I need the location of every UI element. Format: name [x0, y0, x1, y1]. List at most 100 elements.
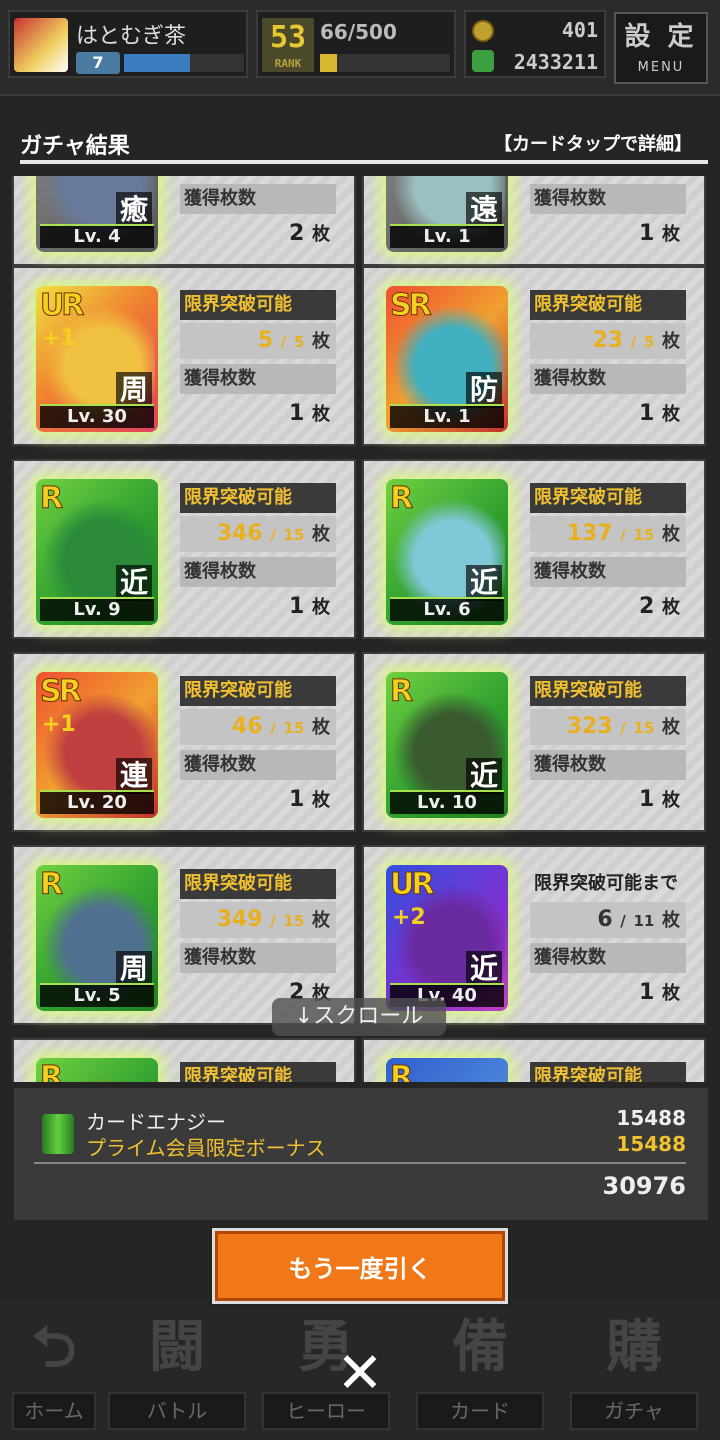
draw-again-button[interactable]: もう一度引く	[210, 1226, 510, 1306]
card-result-grid[interactable]: 癒 Lv. 4 獲得枚数 2 枚遠 Lv. 1 獲得枚数 1 枚 UR +1 周 Lv. 30 限界突…	[0, 176, 720, 1082]
card-result-item[interactable]: 遠 Lv. 1 獲得枚数 1 枚	[362, 176, 706, 266]
limit-break-value: 6 / 11 枚	[530, 902, 686, 938]
obtained-label: 獲得枚数	[530, 750, 686, 780]
limit-break-label: 限界突破可能	[530, 1062, 686, 1082]
obtained-value: 2 枚	[180, 216, 336, 252]
unit-label: 枚	[662, 224, 680, 245]
coin-icon	[472, 20, 494, 42]
limit-break-max: 15	[633, 526, 655, 544]
card-result-item[interactable]: SR 防 Lv. 1 限界突破可能 23 / 5 枚獲得枚数 1 枚	[362, 266, 706, 446]
card-result-item[interactable]: R 近 Lv. 10 限界突破可能 323 / 15 枚獲得枚数 1 枚	[362, 652, 706, 832]
obtained-value: 1 枚	[180, 782, 336, 818]
plus-label: +1	[42, 326, 76, 351]
obtained-label: 獲得枚数	[530, 364, 686, 394]
nav-item[interactable]: 備カード	[412, 1308, 548, 1430]
close-icon[interactable]: ✕	[332, 1346, 388, 1402]
limit-break-label: 限界突破可能	[530, 676, 686, 706]
obtained-label: 獲得枚数	[180, 184, 336, 214]
rank-progress-bar	[320, 54, 450, 72]
limit-break-label: 限界突破可能	[530, 483, 686, 513]
card-level: Lv. 1	[390, 404, 504, 428]
plus-label: +1	[42, 712, 76, 737]
card-level: Lv. 6	[390, 597, 504, 621]
obtained-count: 2	[289, 221, 305, 246]
obtained-label: 獲得枚数	[530, 943, 686, 973]
rarity-label: R	[389, 674, 413, 710]
limit-break-max: 15	[283, 526, 305, 544]
card-portrait[interactable]: R	[386, 1058, 508, 1082]
card-portrait[interactable]: R 近 Lv. 9	[36, 479, 158, 625]
limit-break-label: 限界突破可能	[180, 1062, 336, 1082]
card-result-item[interactable]: UR +1 周 Lv. 30 限界突破可能 5 / 5 枚獲得枚数 1 枚	[12, 266, 356, 446]
obtained-label: 獲得枚数	[530, 557, 686, 587]
rank-badge: 53 RANK	[262, 18, 314, 72]
limit-break-value: 23 / 5 枚	[530, 323, 686, 359]
card-portrait[interactable]: 遠 Lv. 1	[386, 176, 508, 252]
nav-item[interactable]: 購ガチャ	[566, 1308, 702, 1430]
menu-kanji: 設 定	[624, 22, 698, 52]
card-portrait[interactable]: R 周 Lv. 5	[36, 865, 158, 1011]
rarity-label: R	[39, 481, 63, 517]
unit-label: 枚	[662, 790, 680, 811]
unit-label: 枚	[312, 597, 330, 618]
nav-item[interactable]: ⮌ ホーム	[8, 1308, 100, 1430]
energy-canister-icon	[42, 1114, 74, 1154]
unit-label: 枚	[312, 910, 330, 931]
obtained-value: 1 枚	[530, 216, 686, 252]
unit-label: 枚	[312, 331, 330, 352]
nav-icon: 備	[452, 1315, 508, 1380]
type-badge: 癒	[116, 192, 152, 228]
card-result-item[interactable]: R 近 Lv. 6 限界突破可能 137 / 15 枚獲得枚数 2 枚	[362, 459, 706, 639]
unit-label: 枚	[662, 910, 680, 931]
limit-break-max: 15	[283, 912, 305, 930]
obtained-label: 獲得枚数	[180, 943, 336, 973]
nav-icon: 闘	[149, 1315, 205, 1380]
limit-break-value: 5 / 5 枚	[180, 323, 336, 359]
card-level: Lv. 9	[40, 597, 154, 621]
type-badge: 遠	[466, 192, 502, 228]
rarity-label: UR	[389, 867, 435, 903]
card-result-item[interactable]: 癒 Lv. 4 獲得枚数 2 枚	[12, 176, 356, 266]
type-badge: 近	[116, 565, 152, 601]
obtained-label: 獲得枚数	[530, 184, 686, 214]
obtained-label: 獲得枚数	[180, 557, 336, 587]
page-title: ガチャ結果	[20, 134, 130, 159]
card-result-item[interactable]: R 限界突破可能	[12, 1038, 356, 1082]
rarity-label: UR	[39, 288, 85, 324]
card-portrait[interactable]: R 近 Lv. 10	[386, 672, 508, 818]
unit-label: 枚	[662, 717, 680, 738]
card-result-item[interactable]: R 近 Lv. 9 限界突破可能 346 / 15 枚獲得枚数 1 枚	[12, 459, 356, 639]
type-badge: 防	[466, 372, 502, 408]
player-info[interactable]: はとむぎ茶 7	[8, 10, 248, 78]
type-badge: 連	[116, 758, 152, 794]
player-name: はとむぎ茶	[76, 24, 187, 49]
result-title-bar: ガチャ結果 【カードタップで詳細】	[20, 124, 708, 164]
energy-count: 2433211	[513, 50, 598, 74]
limit-break-max: 15	[633, 719, 655, 737]
card-portrait[interactable]: R	[36, 1058, 158, 1082]
card-portrait[interactable]: SR 防 Lv. 1	[386, 286, 508, 432]
type-badge: 近	[466, 565, 502, 601]
gacha-result-screen: はとむぎ茶 7 53 RANK 66/500 401 2433211 設 定 ME…	[0, 0, 720, 1440]
coin-count: 401	[561, 18, 598, 42]
card-result-item[interactable]: R 限界突破可能	[362, 1038, 706, 1082]
type-badge: 周	[116, 372, 152, 408]
menu-button[interactable]: 設 定 MENU	[614, 12, 708, 84]
card-level: Lv. 20	[40, 790, 154, 814]
unit-label: 枚	[312, 717, 330, 738]
card-level: Lv. 10	[390, 790, 504, 814]
nav-label: ガチャ	[570, 1392, 698, 1430]
currency-panel: 401 2433211	[464, 10, 606, 78]
card-result-item[interactable]: SR +1 連 Lv. 20 限界突破可能 46 / 15 枚獲得枚数 1 枚	[12, 652, 356, 832]
rank-progress-text: 66/500	[320, 20, 397, 44]
card-portrait[interactable]: 癒 Lv. 4	[36, 176, 158, 252]
card-portrait[interactable]: UR +2 近 Lv. 40	[386, 865, 508, 1011]
limit-break-label: 限界突破可能まで	[534, 873, 678, 894]
card-portrait[interactable]: UR +1 周 Lv. 30	[36, 286, 158, 432]
nav-item[interactable]: 闘バトル	[104, 1308, 250, 1430]
card-portrait[interactable]: SR +1 連 Lv. 20	[36, 672, 158, 818]
unit-label: 枚	[312, 524, 330, 545]
nav-label: カード	[416, 1392, 544, 1430]
card-portrait[interactable]: R 近 Lv. 6	[386, 479, 508, 625]
limit-break-label: 限界突破可能	[180, 483, 336, 513]
